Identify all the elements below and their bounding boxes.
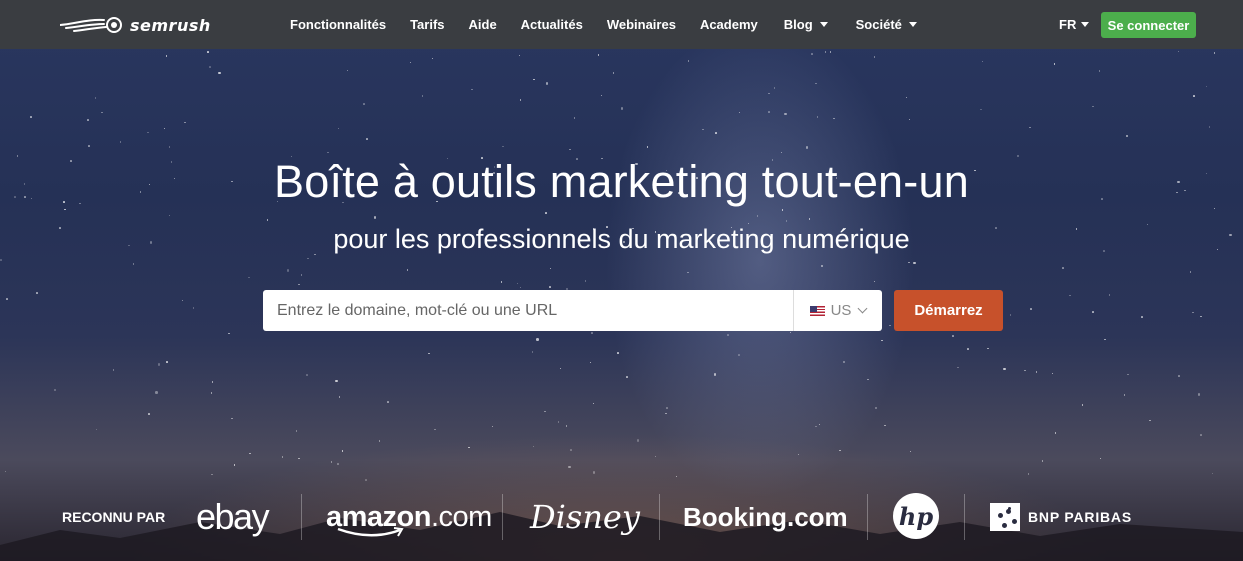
- amazon-smile-icon: [337, 527, 404, 537]
- ebay-logo: ebay: [196, 495, 270, 539]
- brand-name: ebay: [196, 496, 270, 537]
- brand-suffix: .com: [430, 500, 492, 533]
- brand-name: Booking.com: [683, 501, 848, 532]
- divider: [502, 494, 503, 540]
- hero-background: [0, 0, 1243, 561]
- search-input[interactable]: [263, 290, 793, 331]
- divider: [659, 494, 660, 540]
- caret-down-icon: [1081, 22, 1090, 27]
- language-selector[interactable]: FR: [1059, 17, 1090, 32]
- brand-name: BNP PARIBAS: [1028, 509, 1132, 525]
- country-selector[interactable]: US: [793, 290, 882, 331]
- nav-item-tarifs[interactable]: Tarifs: [410, 17, 444, 32]
- nav-item-actualites[interactable]: Actualités: [521, 17, 583, 32]
- nav-item-label: Webinaires: [606, 17, 676, 32]
- trusted-by-label: RECONNU PAR: [62, 509, 166, 525]
- nav-item-aide[interactable]: Aide: [469, 17, 497, 32]
- nav-item-label: Fonctionnalités: [290, 17, 387, 32]
- bnp-paribas-logo: BNP PARIBAS: [990, 495, 1132, 539]
- divider: [964, 494, 965, 540]
- main-menu: Fonctionnalités Tarifs Aide Actualités W…: [290, 0, 941, 49]
- nav-item-societe[interactable]: Société: [856, 17, 917, 32]
- top-navbar: semrush Fonctionnalités Tarifs Aide Actu…: [0, 0, 1243, 49]
- hero-subtitle: pour les professionnels du marketing num…: [333, 224, 910, 254]
- bnp-stars-icon: [990, 503, 1020, 531]
- disney-logo: Disney: [530, 495, 640, 539]
- nav-item-blog[interactable]: Blog: [784, 17, 828, 32]
- us-flag-icon: [809, 305, 825, 316]
- search-bar: US: [263, 290, 882, 331]
- nav-item-academy[interactable]: Academy: [700, 17, 758, 32]
- nav-item-fonctionnalites[interactable]: Fonctionnalités: [290, 17, 386, 32]
- logo-wordmark: semrush: [130, 15, 211, 35]
- nav-item-label: Actualités: [520, 17, 583, 32]
- booking-logo: Booking.com: [683, 495, 848, 539]
- login-button[interactable]: Se connecter: [1101, 12, 1196, 38]
- nav-item-label: Tarifs: [410, 17, 445, 32]
- nav-item-label: Aide: [468, 17, 497, 32]
- divider: [867, 494, 868, 540]
- nav-item-label: Société: [855, 17, 902, 32]
- divider: [301, 494, 302, 540]
- brand-name: hp: [898, 501, 934, 531]
- caret-down-icon: [908, 22, 917, 27]
- start-button[interactable]: Démarrez: [894, 290, 1003, 331]
- nav-item-webinaires[interactable]: Webinaires: [607, 17, 676, 32]
- brand-name: Disney: [530, 498, 640, 536]
- language-label: FR: [1059, 17, 1077, 32]
- mountain-silhouette: [0, 512, 1243, 561]
- caret-down-icon: [819, 22, 828, 27]
- chevron-down-icon: [857, 303, 868, 314]
- nav-item-label: Blog: [783, 17, 813, 32]
- fireball-icon: [60, 17, 122, 33]
- nav-item-label: Academy: [699, 17, 758, 32]
- country-label: US: [830, 302, 852, 319]
- hp-logo: hp: [893, 493, 939, 539]
- hero-title: Boîte à outils marketing tout-en-un: [274, 156, 969, 207]
- semrush-logo[interactable]: semrush: [60, 13, 211, 37]
